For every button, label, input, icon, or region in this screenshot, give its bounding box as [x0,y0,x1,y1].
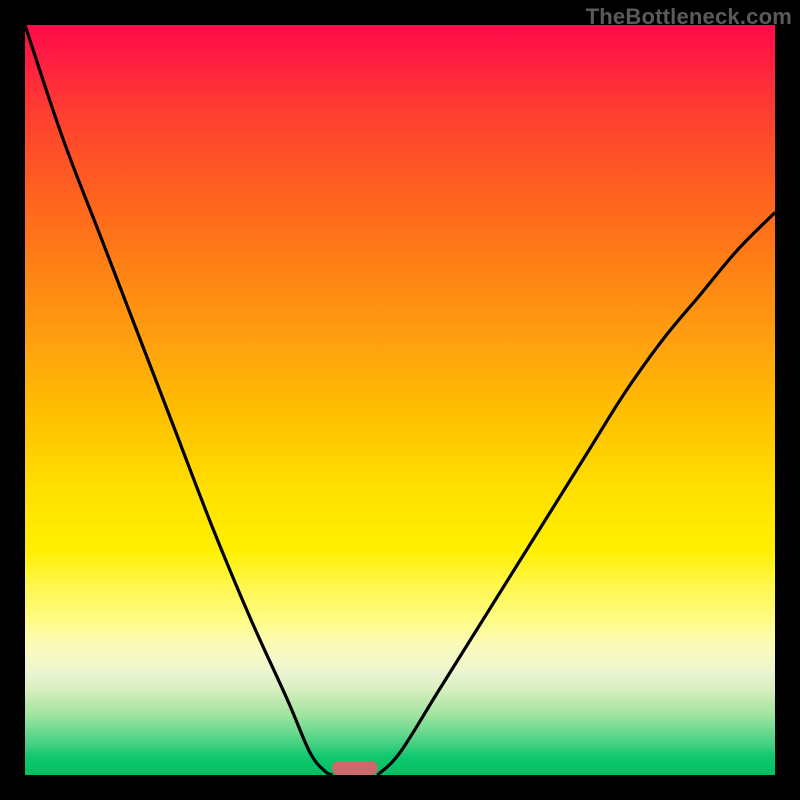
chart-frame: TheBottleneck.com [0,0,800,800]
left-curve [25,25,333,775]
right-curve [378,213,776,776]
curve-layer [25,25,775,775]
watermark-label: TheBottleneck.com [586,4,792,30]
bottleneck-indicator [332,761,378,775]
